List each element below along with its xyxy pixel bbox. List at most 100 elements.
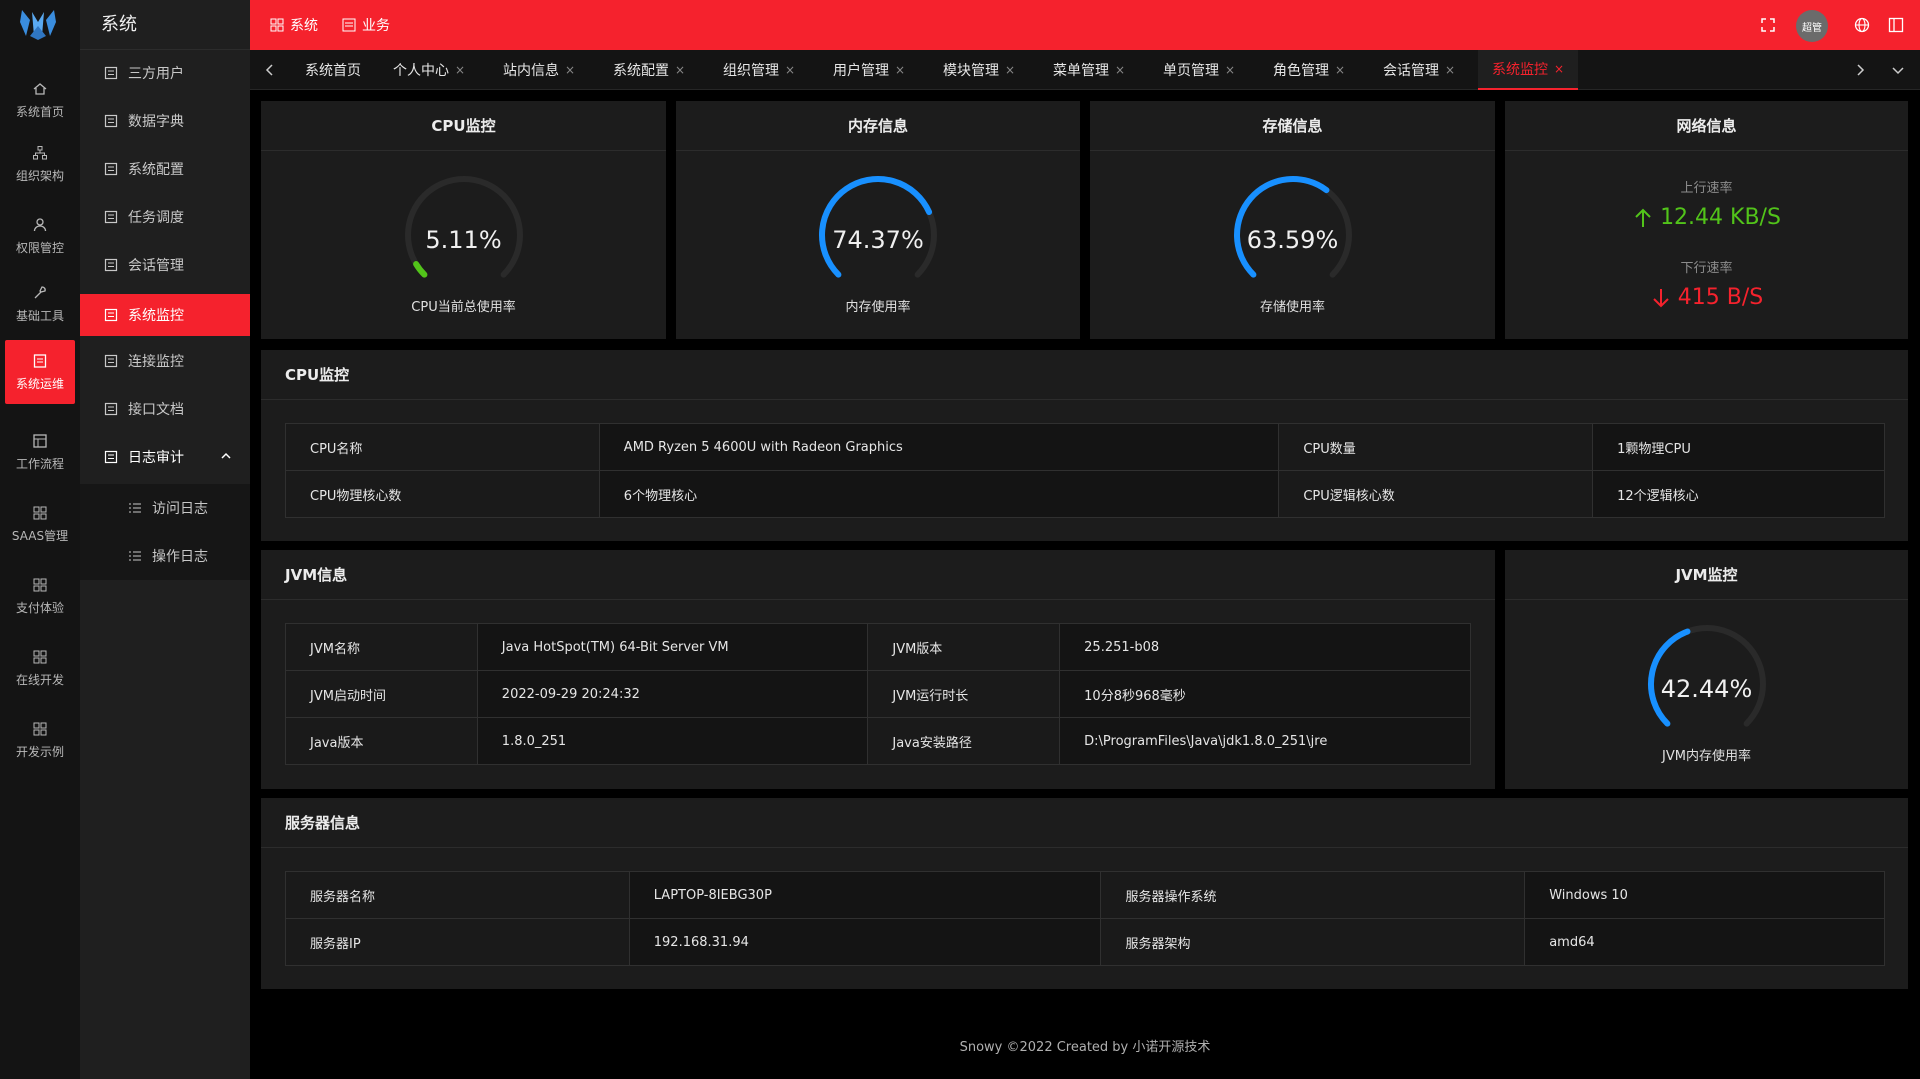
close-icon[interactable]: × [785,63,795,77]
table-row: 服务器名称 LAPTOP-8IEBG30P 服务器操作系统 Windows 10 [285,871,1885,919]
sidebar-item-8[interactable]: 接口文档 [80,388,250,430]
tab-6[interactable]: 用户管理 × [833,50,905,90]
tabs-bar: 系统首页 个人中心 × 站内信息 × 系统配置 × 组织管理 × 用户管理 × 模块管理 × 菜单管理 × 单… [250,50,1920,90]
field-label: JVM启动时间 [285,670,478,718]
sidebar-item-label: 连接监控 [128,354,184,370]
field-value: Windows 10 [1524,871,1885,919]
tab-label: 个人中心 [393,63,449,79]
rail-item-10[interactable]: 开发示例 [5,708,75,772]
rail-item-5[interactable]: 系统运维 [5,340,75,404]
storage-info-card: 存储信息 63.59% 存储使用率 [1090,101,1495,339]
monitor-icon [104,308,118,322]
sidebar-item-9[interactable]: 日志审计 [80,436,250,478]
layout-settings-icon[interactable] [1888,17,1904,33]
download-rate-value: 415 B/S [1677,285,1764,310]
field-value: 10分8秒968毫秒 [1059,670,1471,718]
field-value: 192.168.31.94 [628,918,1102,966]
rail-item-4[interactable]: 基础工具 [5,272,75,336]
server-info-card: 服务器信息 服务器名称 LAPTOP-8IEBG30P 服务器操作系统 Windows… [261,798,1908,989]
field-label: 服务器操作系统 [1100,871,1526,919]
close-icon[interactable]: × [1335,63,1345,77]
tab-3[interactable]: 站内信息 × [503,50,575,90]
rail-item-label: 开发示例 [15,744,64,759]
close-icon[interactable]: × [1445,63,1455,77]
sidebar-item-1[interactable]: 三方用户 [80,52,250,94]
sidebar-subitem-1[interactable]: 访问日志 [80,484,250,532]
tabs-next-icon[interactable] [1852,62,1868,78]
upload-rate-label: 上行速率 [1680,181,1733,196]
tab-label: 系统首页 [305,63,361,79]
tab-10[interactable]: 角色管理 × [1273,50,1345,90]
rail-item-6[interactable]: 工作流程 [5,420,75,484]
jvm-info-table: JVM名称 Java HotSpot(TM) 64-Bit Server VM JV… [285,623,1471,765]
rail-item-1[interactable]: 系统首页 [5,68,75,132]
top-menu-system[interactable]: 系统 [270,0,318,50]
icon-rail: 系统首页组织架构权限管控 基础工具 系统运维工作流程 SAAS管理 支付体验在线开发开发… [0,0,80,1079]
field-label: Java安装路径 [867,717,1061,765]
sidebar-item-7[interactable]: 连接监控 [80,340,250,382]
cpu-card-title: CPU监控 [261,101,666,151]
close-icon[interactable]: × [1554,62,1564,76]
book-icon [104,114,118,128]
field-label: Java版本 [285,717,478,765]
chevron-up-icon [221,452,231,459]
globe-icon[interactable] [1854,17,1870,33]
rail-item-9[interactable]: 在线开发 [5,636,75,700]
tab-2[interactable]: 个人中心 × [393,50,465,90]
rail-item-3[interactable]: 权限管控 [5,204,75,268]
close-icon[interactable]: × [1225,63,1235,77]
tab-5[interactable]: 组织管理 × [723,50,795,90]
server-info-title: 服务器信息 [261,798,1908,848]
rail-item-2[interactable]: 组织架构 [5,132,75,196]
sidebar-item-6[interactable]: 系统监控 [80,294,250,336]
sidebar-item-label: 任务调度 [128,210,184,226]
tab-9[interactable]: 单页管理 × [1163,50,1235,90]
business-menu-icon [342,18,356,32]
field-value: 12个逻辑核心 [1592,470,1885,518]
close-icon[interactable]: × [1005,63,1015,77]
sidebar-item-5[interactable]: 会话管理 [80,244,250,286]
sidebar-item-2[interactable]: 数据字典 [80,100,250,142]
field-value: LAPTOP-8IEBG30P [628,871,1102,919]
network-card-title: 网络信息 [1505,101,1908,151]
tab-11[interactable]: 会话管理 × [1383,50,1455,90]
network-info-card: 网络信息 上行速率 12.44 KB/S 下行速率 415 B/S [1505,101,1908,339]
sidebar-item-3[interactable]: 系统配置 [80,148,250,190]
audit-icon [104,450,118,464]
rail-item-label: 系统首页 [15,104,64,119]
snowy-logo-icon[interactable] [18,6,58,42]
tool-icon [34,285,46,298]
tab-4[interactable]: 系统配置 × [613,50,685,90]
rail-item-7[interactable]: SAAS管理 [5,492,75,556]
tab-1[interactable]: 系统首页 [305,50,361,90]
tab-8[interactable]: 菜单管理 × [1053,50,1125,90]
sidebar-item-4[interactable]: 任务调度 [80,196,250,238]
cpu-usage-value: 5.11% [425,226,502,254]
close-icon[interactable]: × [1115,63,1125,77]
close-icon[interactable]: × [565,63,575,77]
grid-icon [33,722,47,735]
tab-label: 系统监控 [1492,62,1548,78]
tab-7[interactable]: 模块管理 × [943,50,1015,90]
close-icon[interactable]: × [455,63,465,77]
sidebar-subitem-2[interactable]: 操作日志 [80,532,250,580]
table-row: JVM启动时间 2022-09-29 20:24:32 JVM运行时长 10分8秒96… [285,670,1471,718]
sidebar-title: 系统 [80,0,250,50]
system-menu-icon [270,18,284,32]
rail-item-8[interactable]: 支付体验 [5,564,75,628]
close-icon[interactable]: × [675,63,685,77]
jvm-monitor-title: JVM监控 [1505,550,1908,600]
arrow-down-icon [1653,288,1669,307]
user-avatar[interactable]: 超管 [1796,10,1828,42]
tab-12[interactable]: 系统监控 × [1478,50,1579,90]
close-icon[interactable]: × [895,63,905,77]
tab-label: 用户管理 [833,63,889,79]
fullscreen-icon[interactable] [1760,17,1776,33]
top-menu-business[interactable]: 业务 [342,0,390,50]
tabs-dropdown-icon[interactable] [1890,62,1906,78]
upload-rate: 12.44 KB/S [1505,205,1908,230]
session-icon [104,258,118,272]
sidebar-item-label: 系统监控 [128,308,184,324]
tabs-prev-icon[interactable] [262,62,278,78]
sidebar-subitem-label: 操作日志 [152,549,208,565]
